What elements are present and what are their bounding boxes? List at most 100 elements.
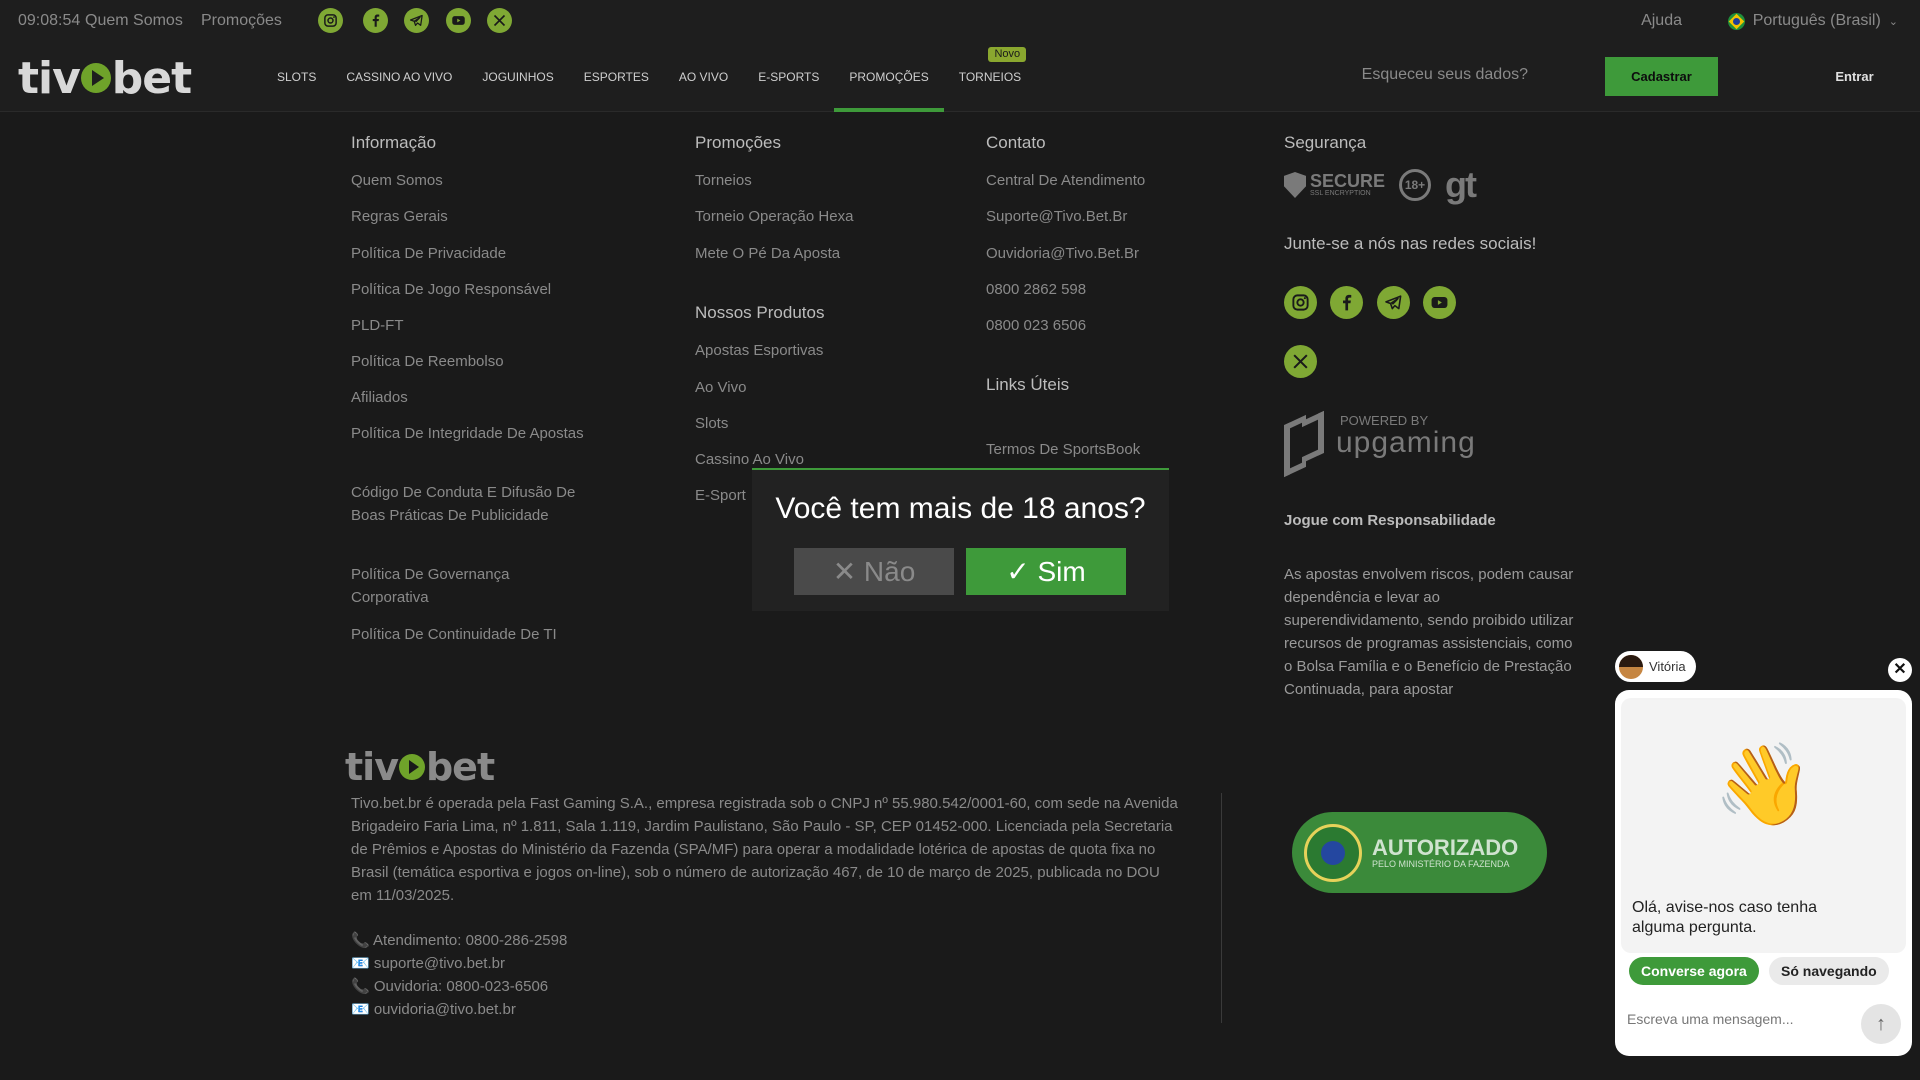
language-label: Português (Brasil) (1752, 12, 1881, 29)
top-link-promocoes[interactable]: Promoções (201, 12, 282, 30)
age-no-button[interactable]: ✕ Não (794, 548, 954, 595)
youtube-icon[interactable] (446, 8, 471, 33)
x-icon[interactable] (1284, 345, 1317, 378)
info-link[interactable]: Política De Jogo Responsável (351, 278, 551, 301)
info-link[interactable]: Política De Integridade De Apostas (351, 422, 591, 445)
products-title: Nossos Produtos (695, 303, 825, 322)
promo-link[interactable]: Torneio Operação Hexa (695, 205, 853, 228)
info-link[interactable]: Afiliados (351, 386, 408, 409)
product-link[interactable]: E-Sport (695, 484, 746, 507)
contact-link[interactable]: Suporte@Tivo.Bet.Br (986, 205, 1127, 228)
contact-phone-ombudsman[interactable]: 📞 Ouvidoria: 0800-023-6506 (351, 977, 548, 995)
info-link[interactable]: Regras Gerais (351, 205, 448, 228)
authorized-badge: AUTORIZADO PELO MINISTÉRIO DA FAZENDA (1292, 812, 1547, 893)
chat-talk-now-button[interactable]: Converse agora (1629, 957, 1759, 985)
chat-just-browsing-button[interactable]: Só navegando (1769, 957, 1889, 985)
security-badges: SECURE SSL ENCRYPTION 18+ gt (1284, 164, 1477, 205)
authorized-title: AUTORIZADO (1372, 834, 1519, 860)
nav-menu: SLOTS CASSINO AO VIVO JOGUINHOS ESPORTES… (262, 44, 1036, 112)
brazil-flag-icon (1727, 12, 1745, 30)
age-verification-modal: Você tem mais de 18 anos? ✕ Não ✓ Sim (752, 468, 1169, 611)
chevron-down-icon: ⌄ (1888, 15, 1898, 28)
powered-by-upgaming: POWERED BY upgaming (1284, 412, 1476, 460)
chat-message-bubble: 👋 Olá, avise-nos caso tenha alguma pergu… (1621, 698, 1906, 953)
chat-message-input[interactable] (1627, 1008, 1847, 1030)
age-yes-button[interactable]: ✓ Sim (966, 548, 1126, 595)
brazil-emblem-icon (1304, 823, 1362, 882)
nav-esportes[interactable]: ESPORTES (569, 44, 664, 112)
x-icon[interactable] (487, 8, 512, 33)
waving-hand-icon: 👋 (1713, 740, 1814, 829)
top-bar: 09:08:54 Quem Somos Promoções Ajuda Port… (0, 0, 1920, 44)
promo-link[interactable]: Mete O Pé Da Aposta (695, 242, 840, 265)
nav-torneios[interactable]: TORNEIOS Novo (944, 44, 1036, 112)
agent-avatar (1619, 654, 1643, 679)
info-link[interactable]: Política De Privacidade (351, 242, 506, 265)
info-link[interactable]: Quem Somos (351, 169, 443, 192)
nav-live-casino[interactable]: CASSINO AO VIVO (331, 44, 467, 112)
nav-promocoes[interactable]: PROMOÇÕES (834, 44, 944, 112)
contact-email-support[interactable]: 📧 suporte@tivo.bet.br (351, 954, 505, 972)
contact-email-ombudsman[interactable]: 📧 ouvidoria@tivo.bet.br (351, 1000, 516, 1018)
useful-link[interactable]: Termos De SportsBook (986, 438, 1140, 461)
tivobet-logo[interactable]: tiv bet (18, 52, 192, 104)
contact-link[interactable]: Ouvidoria@Tivo.Bet.Br (986, 242, 1139, 265)
chat-message-text: Olá, avise-nos caso tenha alguma pergunt… (1632, 899, 1817, 936)
authorized-subtitle: PELO MINISTÉRIO DA FAZENDA (1372, 858, 1510, 869)
info-link[interactable]: Código De Conduta E Difusão De Boas Prát… (351, 481, 591, 527)
gt-logo: gt (1445, 164, 1477, 205)
logo-text-right: bet (111, 52, 192, 104)
social-join-title: Junte-se a nós nas redes sociais! (1284, 234, 1537, 253)
instagram-icon[interactable] (1284, 286, 1317, 319)
send-arrow-icon[interactable]: ↑ (1861, 1004, 1901, 1044)
play-icon (80, 63, 111, 93)
help-link[interactable]: Ajuda (1641, 12, 1682, 30)
info-link[interactable]: Política De Continuidade De TI (351, 623, 591, 646)
security-title: Segurança (1284, 133, 1367, 152)
info-link[interactable]: Política De Reembolso (351, 350, 504, 373)
responsible-gaming-text: As apostas envolvem riscos, podem causar… (1284, 566, 1574, 698)
product-link[interactable]: Ao Vivo (695, 376, 746, 399)
play-icon (398, 754, 425, 780)
facebook-icon[interactable] (363, 8, 388, 33)
info-link[interactable]: Política De Governança Corporativa (351, 563, 591, 609)
contact-phone-support[interactable]: 📞 Atendimento: 0800-286-2598 (351, 931, 567, 949)
responsible-gaming-title[interactable]: Jogue com Responsabilidade (1284, 512, 1496, 529)
vertical-divider (1221, 793, 1222, 1023)
agent-name: Vitória (1649, 659, 1686, 674)
tivobet-footer-logo: tiv bet (345, 745, 495, 789)
contact-title: Contato (986, 133, 1046, 152)
promo-link[interactable]: Torneios (695, 169, 752, 192)
info-link[interactable]: PLD-FT (351, 314, 404, 337)
ssl-secure-badge: SECURE SSL ENCRYPTION (1284, 172, 1385, 198)
product-link[interactable]: Apostas Esportivas (695, 339, 823, 362)
register-button[interactable]: Cadastrar (1605, 57, 1718, 96)
new-badge: Novo (988, 47, 1027, 62)
forgot-data-link[interactable]: Esqueceu seus dados? (1362, 66, 1528, 84)
useful-links-title: Links Úteis (986, 375, 1070, 394)
logo-text-right: bet (425, 745, 495, 789)
top-link-quem-somos[interactable]: Quem Somos (85, 12, 183, 30)
contact-link[interactable]: Central De Atendimento (986, 169, 1145, 192)
nav-slots[interactable]: SLOTS (262, 44, 331, 112)
nav-e-sports[interactable]: E-SPORTS (743, 44, 834, 112)
promo-title: Promoções (695, 133, 781, 152)
telegram-icon[interactable] (404, 8, 429, 33)
upgaming-label: upgaming (1336, 426, 1476, 459)
contact-link[interactable]: 0800 023 6506 (986, 314, 1086, 337)
nav-joguinhos[interactable]: JOGUINHOS (467, 44, 568, 112)
telegram-icon[interactable] (1377, 286, 1410, 319)
info-title: Informação (351, 133, 437, 152)
youtube-icon[interactable] (1423, 286, 1456, 319)
login-button[interactable]: Entrar (1807, 57, 1902, 96)
close-icon[interactable]: ✕ (1888, 658, 1912, 682)
secure-sub-label: SSL ENCRYPTION (1310, 190, 1371, 197)
nav-ao-vivo[interactable]: AO VIVO (664, 44, 743, 112)
shield-icon (1284, 172, 1306, 198)
facebook-icon[interactable] (1330, 286, 1363, 319)
product-link[interactable]: Slots (695, 412, 728, 435)
contact-link[interactable]: 0800 2862 598 (986, 278, 1086, 301)
language-selector[interactable]: Português (Brasil) ⌄ (1727, 12, 1898, 30)
instagram-icon[interactable] (318, 8, 343, 33)
nav-torneios-label: TORNEIOS (958, 70, 1022, 84)
